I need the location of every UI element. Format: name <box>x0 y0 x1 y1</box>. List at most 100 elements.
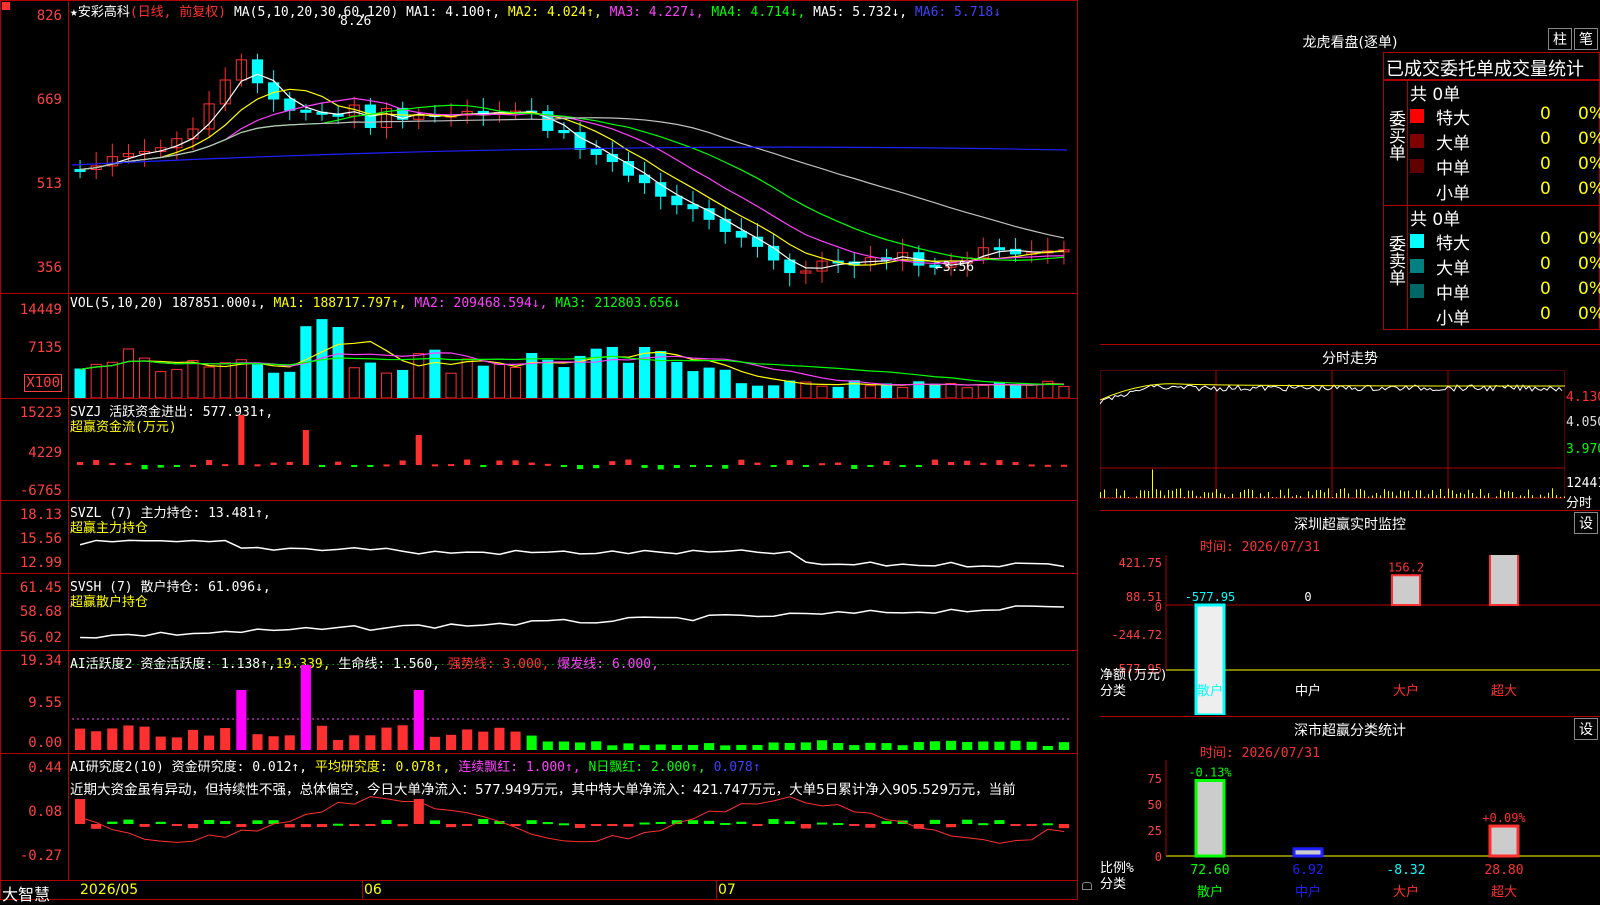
fenshi-price-mid: 4.050 <box>1566 415 1600 430</box>
buy-row-xl: 特大00% <box>1410 104 1600 128</box>
fenshi-vol-bar <box>1528 490 1529 498</box>
activity-bar <box>204 736 214 750</box>
volume-bar <box>930 384 940 398</box>
fenshi-vol-bar <box>1220 493 1221 498</box>
fenshi-chart[interactable] <box>1100 370 1565 508</box>
main-price-chart[interactable] <box>72 20 1072 292</box>
category-label: 超大 <box>1491 885 1517 900</box>
sell-row-m: 中单00% <box>1410 279 1600 303</box>
research-bar <box>398 824 408 826</box>
volume-bar <box>752 386 762 398</box>
category-label: 超大 <box>1491 684 1517 699</box>
stock-name[interactable]: ★安彩高科 <box>70 5 130 20</box>
y-tick: -6765 <box>20 483 62 499</box>
activity-bar <box>930 741 940 750</box>
activity-bar <box>769 742 779 750</box>
fenshi-vol-bar <box>1260 493 1261 498</box>
svzl-svg <box>72 520 1072 572</box>
research-bar <box>591 824 601 826</box>
y-tick: 356 <box>37 260 62 276</box>
ai2-chart[interactable] <box>72 796 1072 878</box>
fenshi-price-high: 4.130 <box>1566 390 1600 405</box>
volume-bar <box>285 372 295 398</box>
ma5-line <box>80 118 1064 238</box>
flow-bar <box>432 464 438 466</box>
research-bar <box>381 820 391 824</box>
y-tick: 12.99 <box>20 555 62 571</box>
ai2-b: 平均研究度: 0.078↑, <box>315 760 450 775</box>
research-bar <box>1010 824 1020 826</box>
fenshi-vol-bar <box>1424 497 1425 498</box>
activity-bar <box>946 741 956 750</box>
retail-holding-line <box>80 606 1064 638</box>
sz-monitor-time: 时间: 2026/07/31 <box>1200 536 1320 555</box>
svzj-chart[interactable] <box>72 410 1072 500</box>
settings-button[interactable]: 设 <box>1574 512 1598 534</box>
fenshi-vol-bar <box>1116 489 1117 498</box>
main-header: ★安彩高科(日线, 前复权) MA(5,10,20,30,60,120) MA1… <box>70 1 1001 20</box>
bar-mode-button[interactable]: 柱 <box>1548 28 1572 50</box>
fenshi-vol-bar <box>1400 490 1401 498</box>
fenshi-vol-bar <box>1104 490 1105 498</box>
svzl-chart[interactable] <box>72 520 1072 572</box>
volume-bar <box>494 364 504 398</box>
activity-bar <box>575 742 585 750</box>
fenshi-vol-bar <box>1368 497 1369 498</box>
tick-mode-button[interactable]: 笔 <box>1574 28 1598 50</box>
fenshi-vol-bar <box>1392 492 1393 498</box>
bar-change: +0.09% <box>1482 811 1526 825</box>
volume-bar <box>978 385 988 398</box>
fenshi-vol-bar <box>1152 469 1153 498</box>
fenshi-vol-bar <box>1416 490 1417 498</box>
activity-bar <box>349 735 359 750</box>
volume-bar <box>156 372 166 398</box>
fenshi-vol: 12441 <box>1566 476 1600 491</box>
fenshi-vol-bar <box>1512 492 1513 498</box>
activity-bar <box>801 742 811 750</box>
fenshi-vol-bar <box>1204 492 1205 498</box>
activity-bar <box>107 728 117 750</box>
ma6-line <box>72 147 1067 165</box>
fenshi-vol-bar <box>1196 496 1197 498</box>
lock-icon[interactable] <box>1082 882 1092 890</box>
volume-bar <box>462 359 472 398</box>
y-tick: 0.44 <box>28 760 62 776</box>
ma1-value: MA1: 4.100↑, <box>406 5 500 20</box>
volume-bar <box>769 386 779 398</box>
volume-bar <box>349 368 359 398</box>
sell-count: 共 0单 <box>1410 205 1460 230</box>
pane-separator <box>0 500 1078 501</box>
settings-button[interactable]: 设 <box>1574 718 1598 740</box>
sz-monitor-chart[interactable]: 421.7588.510-244.72-577.95-577.95散户0中户15… <box>1100 555 1600 715</box>
lhb-tabs[interactable]: 已成交委托单成交量统计 <box>1383 52 1600 80</box>
volume-bar <box>430 350 440 398</box>
flow-bar <box>771 465 777 467</box>
fenshi-vol-bar <box>1216 489 1217 498</box>
research-bar <box>575 824 585 828</box>
fenshi-vol-bar <box>1524 496 1525 498</box>
activity-bar <box>398 725 408 750</box>
activity-bar <box>430 737 440 750</box>
volume-chart[interactable] <box>72 310 1072 398</box>
fenshi-vol-bar <box>1556 495 1557 498</box>
sz-class-chart[interactable]: 755025072.60-0.13%散户6.92中户-8.32大户28.80+0… <box>1100 760 1600 900</box>
activity-bar <box>220 728 230 750</box>
section-divider <box>1100 716 1600 717</box>
activity-bar <box>962 742 972 750</box>
fenshi-vol-bar <box>1312 495 1313 498</box>
fenshi-vol-bar <box>1412 497 1413 498</box>
activity-bar <box>188 730 198 750</box>
y-tick: 7135 <box>28 340 62 356</box>
fenshi-mode[interactable]: 分时 <box>1566 492 1592 511</box>
lhb-tabs-label[interactable]: 已成交委托单成交量统计 <box>1386 55 1584 81</box>
ai2-note: 近期大资金虽有异动，但持续性不强，总体偏空，今日大单净流入：577.949万元，… <box>70 778 1075 798</box>
fenshi-vol-bar <box>1472 493 1473 498</box>
ratio-bar <box>1196 780 1224 856</box>
ai1-chart[interactable] <box>72 664 1072 752</box>
candle <box>269 83 279 99</box>
research-bar <box>204 820 214 824</box>
vol-header: VOL(5,10,20) 187851.000↓, MA1: 188717.79… <box>70 296 681 311</box>
svsh-chart[interactable] <box>72 594 1072 650</box>
activity-bar <box>75 729 85 750</box>
period-mode[interactable]: (日线, 前复权) <box>130 5 226 20</box>
